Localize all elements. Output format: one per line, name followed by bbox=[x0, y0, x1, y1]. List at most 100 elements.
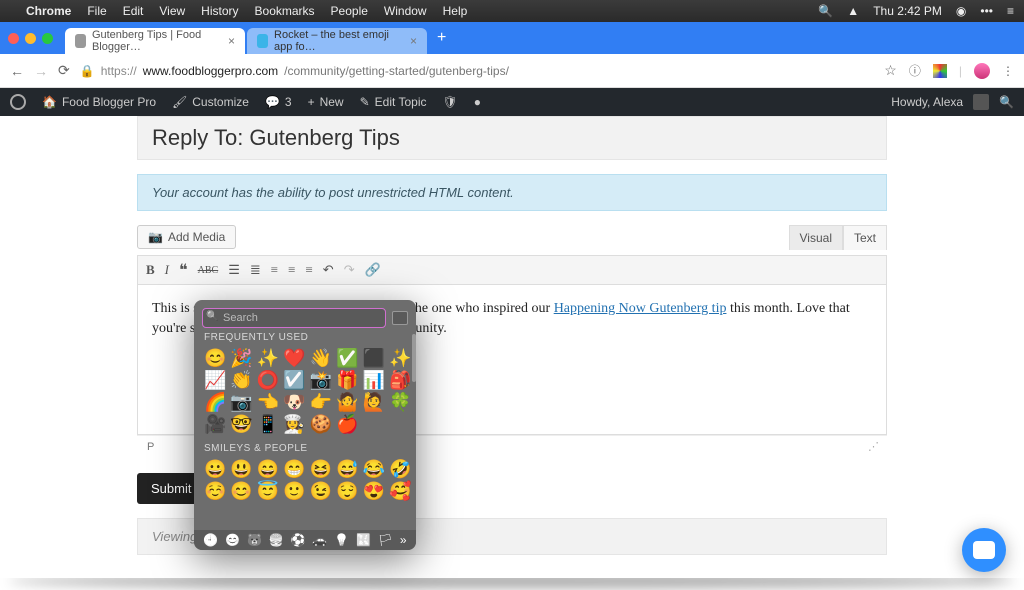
menubar-edit[interactable]: Edit bbox=[123, 4, 144, 18]
emoji-cell[interactable]: 🎁 bbox=[336, 371, 358, 389]
emoji-cell[interactable]: 😄 bbox=[257, 460, 279, 478]
zoom-window-button[interactable] bbox=[42, 33, 53, 44]
cat-smileys-icon[interactable]: 😊 bbox=[225, 533, 240, 547]
minimize-window-button[interactable] bbox=[25, 33, 36, 44]
new-tab-button[interactable]: + bbox=[437, 29, 446, 47]
emoji-cell[interactable]: 🥰 bbox=[389, 482, 411, 500]
intercom-launcher[interactable] bbox=[962, 528, 1006, 572]
emoji-cell[interactable]: 👈 bbox=[257, 393, 279, 411]
emoji-cell[interactable]: 🍀 bbox=[389, 393, 411, 411]
menu-extras-icon[interactable]: ••• bbox=[980, 4, 993, 18]
emoji-cell[interactable]: 😁 bbox=[283, 460, 305, 478]
emoji-cell[interactable]: ✨ bbox=[257, 349, 279, 367]
menubar-file[interactable]: File bbox=[87, 4, 106, 18]
emoji-cell[interactable]: 🐶 bbox=[283, 393, 305, 411]
emoji-cell[interactable]: ⭕ bbox=[257, 371, 279, 389]
emoji-cell[interactable]: 🤣 bbox=[389, 460, 411, 478]
number-list-button[interactable]: ≣ bbox=[250, 262, 261, 278]
clock[interactable]: Thu 2:42 PM bbox=[873, 4, 942, 18]
emoji-cell[interactable]: 😊 bbox=[230, 482, 252, 500]
list-icon[interactable]: ≡ bbox=[1007, 4, 1014, 18]
cat-travel-icon[interactable]: 🚗 bbox=[312, 533, 327, 547]
emoji-cell[interactable]: ⬛ bbox=[363, 349, 385, 367]
spotlight-icon[interactable]: 🔍 bbox=[818, 4, 833, 18]
emoji-cell[interactable]: 🎥 bbox=[204, 415, 226, 433]
menubar-people[interactable]: People bbox=[331, 4, 368, 18]
emoji-cell[interactable]: ✨ bbox=[389, 349, 411, 367]
chrome-menu-icon[interactable]: ⋮ bbox=[1002, 64, 1014, 78]
emoji-cell[interactable]: 👩‍🍳 bbox=[283, 415, 305, 433]
emoji-cell[interactable]: 😂 bbox=[363, 460, 385, 478]
emoji-cell[interactable]: ☑️ bbox=[283, 371, 305, 389]
emoji-cell[interactable]: 📸 bbox=[310, 371, 332, 389]
menubar-window[interactable]: Window bbox=[384, 4, 427, 18]
emoji-cell[interactable]: 📱 bbox=[257, 415, 279, 433]
wp-customize[interactable]: 🖌 Customize bbox=[172, 95, 249, 109]
forward-button[interactable]: → bbox=[34, 63, 48, 79]
emoji-cell[interactable]: 😊 bbox=[204, 349, 226, 367]
menubar-bookmarks[interactable]: Bookmarks bbox=[255, 4, 315, 18]
tab-close-icon[interactable]: × bbox=[410, 34, 417, 48]
scrollbar-thumb[interactable] bbox=[412, 334, 416, 382]
emoji-search-input[interactable] bbox=[202, 308, 386, 328]
wordpress-icon[interactable] bbox=[10, 94, 26, 110]
emoji-cell[interactable]: 🎉 bbox=[230, 349, 252, 367]
cat-more-icon[interactable]: » bbox=[400, 533, 407, 547]
wp-shield-icon[interactable]: 🛡 bbox=[442, 95, 457, 109]
emoji-cell[interactable]: 😇 bbox=[257, 482, 279, 500]
wp-howdy[interactable]: Howdy, Alexa bbox=[891, 95, 963, 109]
tab-visual[interactable]: Visual bbox=[789, 225, 843, 250]
emoji-cell[interactable]: 👏 bbox=[230, 371, 252, 389]
emoji-cell[interactable]: 😍 bbox=[363, 482, 385, 500]
wifi-icon[interactable]: ▲ bbox=[847, 4, 859, 18]
menubar-view[interactable]: View bbox=[159, 4, 185, 18]
emoji-cell[interactable]: 🍎 bbox=[336, 415, 358, 433]
wp-comments[interactable]: 💬 3 bbox=[265, 95, 292, 109]
search-icon[interactable]: 🔍 bbox=[999, 95, 1014, 109]
back-button[interactable]: ← bbox=[10, 63, 24, 79]
emoji-cell[interactable]: 🤓 bbox=[230, 415, 252, 433]
menubar-history[interactable]: History bbox=[201, 4, 238, 18]
emoji-cell[interactable]: 👋 bbox=[310, 349, 332, 367]
undo-button[interactable]: ↶ bbox=[323, 262, 334, 278]
cat-symbols-icon[interactable]: 🔣 bbox=[356, 533, 371, 547]
editor-link[interactable]: Happening Now Gutenberg tip bbox=[554, 301, 727, 316]
wp-dot-icon[interactable]: ● bbox=[474, 95, 481, 109]
wp-edit-topic[interactable]: ✎ Edit Topic bbox=[360, 95, 427, 109]
emoji-cell[interactable]: 😅 bbox=[336, 460, 358, 478]
menubar-app[interactable]: Chrome bbox=[26, 4, 71, 18]
cat-objects-icon[interactable]: 💡 bbox=[334, 533, 349, 547]
cat-flags-icon[interactable]: 🏳 bbox=[378, 533, 393, 547]
cat-recent-icon[interactable]: 🕘 bbox=[203, 533, 218, 547]
wp-site-link[interactable]: 🏠 Food Blogger Pro bbox=[42, 95, 156, 109]
bookmark-icon[interactable]: ☆ bbox=[884, 62, 897, 79]
italic-button[interactable]: I bbox=[165, 262, 169, 278]
align-left-button[interactable]: ≡ bbox=[271, 262, 278, 278]
reload-button[interactable]: ⟳ bbox=[58, 62, 70, 79]
emoji-cell[interactable]: 😉 bbox=[310, 482, 332, 500]
avatar[interactable] bbox=[973, 94, 989, 110]
emoji-cell[interactable]: ✅ bbox=[336, 349, 358, 367]
emoji-cell[interactable]: 🌈 bbox=[204, 393, 226, 411]
tab-text[interactable]: Text bbox=[843, 225, 887, 250]
menubar-help[interactable]: Help bbox=[443, 4, 468, 18]
cat-activity-icon[interactable]: ⚽ bbox=[291, 533, 306, 547]
link-button[interactable]: 🔗 bbox=[365, 262, 381, 278]
emoji-cell[interactable]: 📊 bbox=[363, 371, 385, 389]
add-media-button[interactable]: 📷 Add Media bbox=[137, 225, 236, 249]
cat-animals-icon[interactable]: 🐻 bbox=[247, 533, 262, 547]
cat-food-icon[interactable]: 🍔 bbox=[269, 533, 284, 547]
align-right-button[interactable]: ≡ bbox=[305, 262, 312, 278]
align-center-button[interactable]: ≡ bbox=[288, 262, 295, 278]
resize-handle-icon[interactable]: ⋰ bbox=[868, 440, 877, 453]
bullet-list-button[interactable]: ☰ bbox=[228, 262, 240, 278]
emoji-cell[interactable]: 😃 bbox=[230, 460, 252, 478]
emoji-cell[interactable]: 🎒 bbox=[389, 371, 411, 389]
browser-tab-active[interactable]: Gutenberg Tips | Food Blogger… × bbox=[65, 28, 245, 54]
emoji-cell[interactable]: 😀 bbox=[204, 460, 226, 478]
browser-tab[interactable]: Rocket – the best emoji app fo… × bbox=[247, 28, 427, 54]
siri-icon[interactable]: ◉ bbox=[956, 4, 966, 18]
emoji-cell[interactable]: 📷 bbox=[230, 393, 252, 411]
bold-button[interactable]: B bbox=[146, 262, 155, 278]
emoji-cell[interactable]: ❤️ bbox=[283, 349, 305, 367]
